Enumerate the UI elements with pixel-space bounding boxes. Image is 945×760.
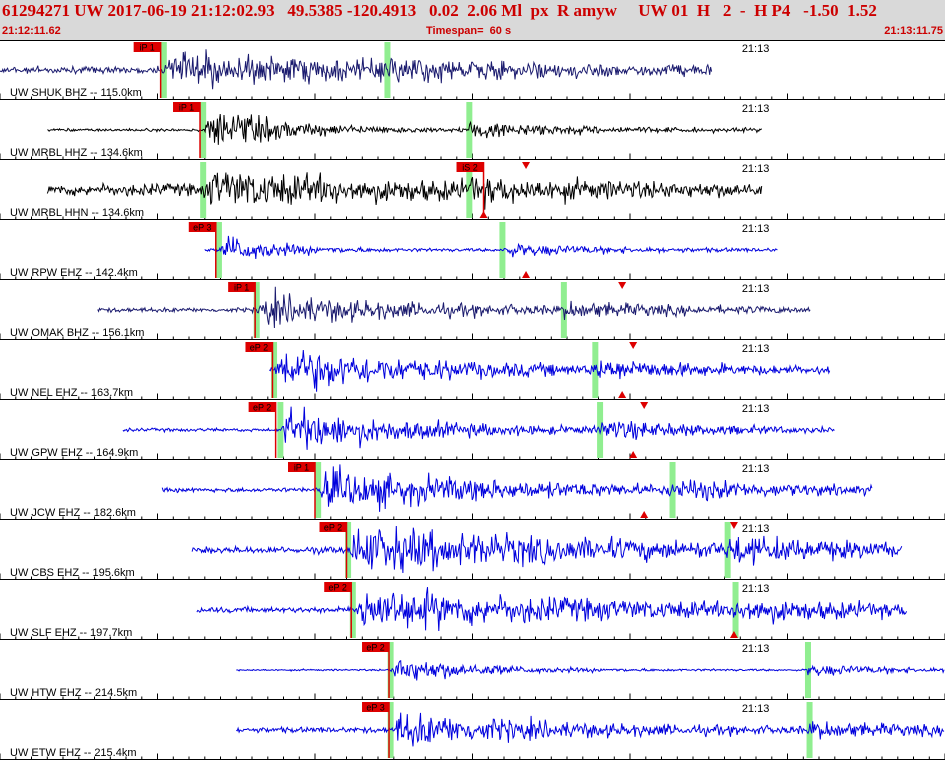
- time-tick-marks: [0, 573, 945, 580]
- time-tick-marks: [0, 453, 945, 460]
- phase-window: [732, 582, 739, 638]
- pick-label: iS 2: [462, 163, 478, 173]
- end-time-label: 21:13:11.75: [884, 25, 943, 37]
- waveform: [97, 286, 811, 329]
- pick-label: eP 2: [366, 643, 384, 653]
- event-summary-line: 61294271 UW 2017-06-19 21:12:02.93 49.53…: [2, 1, 877, 20]
- minute-label: 21:13: [742, 283, 770, 295]
- station-label: UW HTW EHZ -- 214.5km: [10, 687, 137, 699]
- trace-panel: eP 2 21:13 UW HTW EHZ -- 214.5km: [0, 642, 945, 700]
- pick-label: eP 3: [193, 223, 211, 233]
- time-tick-marks: [0, 273, 945, 280]
- seismogram-panels: iP 1 21:13 UW SHUK BHZ -- 115.0km iP 1 21:13…: [0, 42, 945, 760]
- pick-label: eP 2: [253, 403, 271, 413]
- event-header: 61294271 UW 2017-06-19 21:12:02.93 49.53…: [0, 0, 945, 41]
- station-label: UW ETW EHZ -- 215.4km: [10, 747, 137, 759]
- minute-label: 21:13: [742, 343, 770, 355]
- pick-label: eP 2: [250, 343, 268, 353]
- waveform: [46, 172, 763, 210]
- minute-label: 21:13: [742, 163, 770, 175]
- waveform: [191, 525, 903, 574]
- trace-panel: eP 3 21:13 UW ETW EHZ -- 215.4km: [0, 702, 945, 760]
- pick-label: eP 2: [324, 523, 342, 533]
- station-label: UW OMAK BHZ -- 156.1km: [10, 327, 144, 339]
- time-tick-marks: [0, 633, 945, 640]
- station-label: UW GPW EHZ -- 164.9km: [10, 447, 138, 459]
- station-label: UW CBS EHZ -- 195.6km: [10, 567, 135, 579]
- minute-label: 21:13: [742, 403, 770, 415]
- waveform: [236, 660, 945, 681]
- minute-label: 21:13: [742, 103, 770, 115]
- trace-panel: eP 2 21:13 UW GPW EHZ -- 164.9km: [0, 402, 945, 460]
- station-label: UW SLF EHZ -- 197.7km: [10, 627, 132, 639]
- minute-label: 21:13: [742, 223, 770, 235]
- pick-label: iP 1: [234, 283, 249, 293]
- waveform: [196, 587, 908, 632]
- phase-window: [597, 402, 604, 458]
- trace-panel: eP 2 21:13 UW SLF EHZ -- 197.7km: [0, 582, 945, 640]
- waveform: [204, 235, 778, 259]
- station-label: UW SHUK BHZ -- 115.0km: [10, 87, 142, 99]
- trace-panel: eP 2 21:13 UW NEL EHZ -- 163.7km: [0, 342, 945, 400]
- pick-label: iP 1: [179, 103, 194, 113]
- minute-label: 21:13: [742, 643, 770, 655]
- trace-panel: eP 3 21:13 UW RPW EHZ -- 142.4km: [0, 222, 945, 280]
- time-tick-marks: [0, 753, 945, 760]
- trace-panel: iP 1 21:13 UW OMAK BHZ -- 156.1km: [0, 282, 945, 340]
- trace-panel: iS 2 21:13 UW MRBL HHN -- 134.6km: [0, 162, 945, 220]
- phase-window: [669, 462, 676, 518]
- minute-label: 21:13: [742, 703, 770, 715]
- trace-panel: iP 1 21:13 UW JCW EHZ -- 182.6km: [0, 462, 945, 520]
- station-label: UW JCW EHZ -- 182.6km: [10, 507, 136, 519]
- minute-label: 21:13: [742, 523, 770, 535]
- station-label: UW MRBL HHN -- 134.6km: [10, 207, 144, 219]
- waveform: [47, 113, 763, 145]
- station-label: UW NEL EHZ -- 163.7km: [10, 387, 133, 399]
- trace-panel: iP 1 21:13 UW SHUK BHZ -- 115.0km: [0, 42, 945, 100]
- waveform: [0, 49, 713, 90]
- pick-label: eP 3: [366, 703, 384, 713]
- amplitude-marker: [640, 511, 649, 518]
- minute-label: 21:13: [742, 43, 770, 55]
- amplitude-marker: [640, 402, 649, 409]
- minute-label: 21:13: [742, 463, 770, 475]
- time-tick-marks: [0, 513, 945, 520]
- amplitude-marker: [618, 391, 627, 398]
- amplitude-marker: [479, 211, 488, 218]
- pick-label: iP 1: [139, 43, 154, 53]
- time-tick-marks: [0, 693, 945, 700]
- amplitude-marker: [522, 162, 531, 169]
- pick-label: iP 1: [294, 463, 309, 473]
- time-tick-marks: [0, 393, 945, 400]
- amplitude-marker: [618, 282, 627, 289]
- waveform: [236, 712, 945, 747]
- timespan-label: Timespan= 60 s: [426, 25, 512, 37]
- start-time-label: 21:12:11.62: [2, 25, 61, 37]
- amplitude-marker: [729, 522, 738, 529]
- amplitude-marker: [522, 271, 531, 278]
- trace-panel: eP 2 21:13 UW CBS EHZ -- 195.6km: [0, 522, 945, 580]
- amplitude-marker: [629, 342, 638, 349]
- station-label: UW RPW EHZ -- 142.4km: [10, 267, 138, 279]
- pick-label: eP 2: [329, 583, 347, 593]
- trace-panel: iP 1 21:13 UW MRBL HHZ -- 134.6km: [0, 102, 945, 160]
- minute-label: 21:13: [742, 583, 770, 595]
- waveform: [122, 406, 835, 450]
- station-label: UW MRBL HHZ -- 134.6km: [10, 147, 143, 159]
- waveform: [268, 350, 831, 392]
